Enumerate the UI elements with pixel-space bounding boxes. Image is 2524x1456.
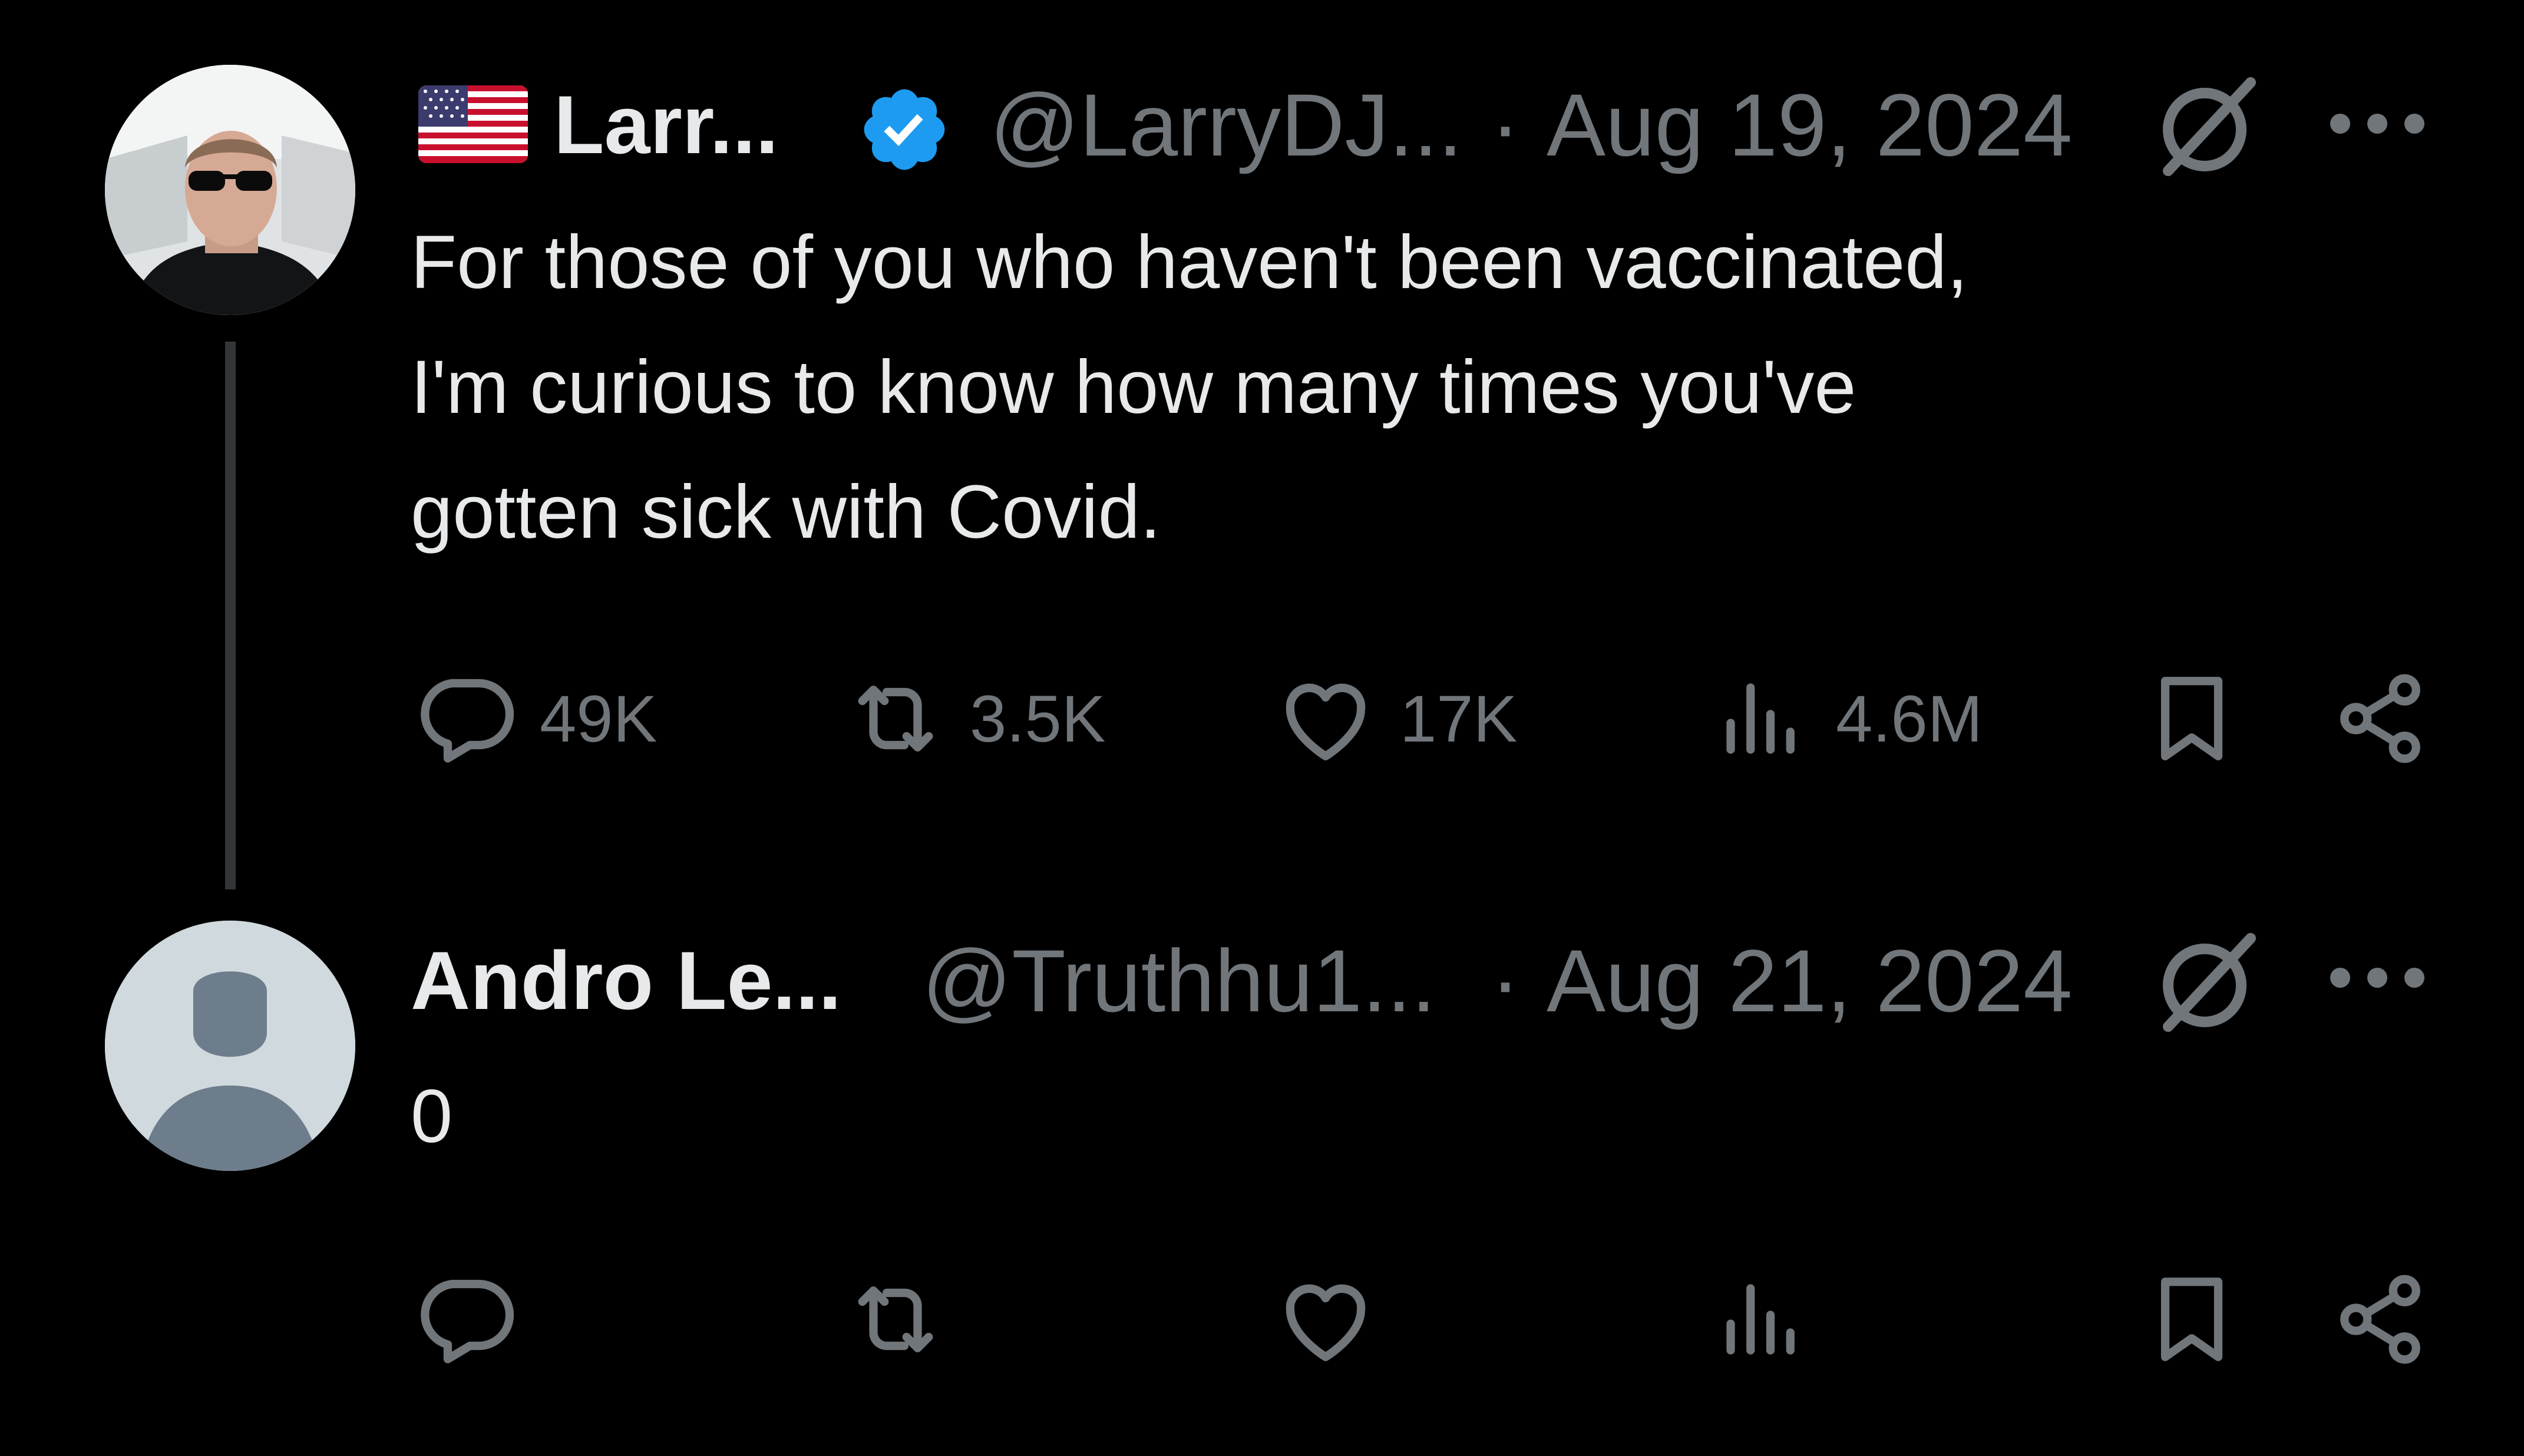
views-button[interactable] bbox=[1709, 1266, 1815, 1372]
like-count: 17K bbox=[1400, 681, 1518, 756]
us-flag-icon bbox=[418, 85, 528, 163]
repost-icon bbox=[858, 686, 933, 752]
reply-count: 49K bbox=[540, 681, 658, 756]
tweet-text-line: I'm curious to know how many times you'v… bbox=[411, 345, 1856, 429]
thread-line bbox=[225, 342, 236, 889]
bookmark-icon[interactable] bbox=[2139, 1266, 2245, 1372]
avatar[interactable] bbox=[105, 65, 355, 315]
share-icon[interactable] bbox=[2327, 1266, 2433, 1372]
author-handle[interactable]: @LarryDJ... bbox=[990, 75, 1462, 175]
more-icon[interactable] bbox=[2327, 966, 2427, 990]
views-button[interactable]: 4.6M bbox=[1709, 666, 1983, 772]
repost-button[interactable] bbox=[843, 1266, 949, 1372]
repost-icon bbox=[858, 1286, 933, 1352]
tweet-date[interactable]: Aug 19, 2024 bbox=[1547, 75, 2072, 175]
avatar[interactable] bbox=[105, 921, 355, 1171]
views-icon bbox=[1726, 683, 1795, 754]
repost-count: 3.5K bbox=[970, 681, 1106, 756]
more-icon[interactable] bbox=[2327, 112, 2427, 135]
separator: · bbox=[1491, 931, 1520, 1030]
views-icon bbox=[1726, 1284, 1795, 1355]
reply-button[interactable] bbox=[412, 1266, 518, 1372]
like-button[interactable]: 17K bbox=[1273, 666, 1517, 772]
bookmark-icon[interactable] bbox=[2139, 666, 2245, 772]
reply-icon bbox=[421, 679, 514, 763]
grok-icon[interactable] bbox=[2150, 926, 2262, 1038]
reply-icon bbox=[421, 1279, 514, 1364]
tweet-text: 0 bbox=[411, 1054, 2414, 1179]
author-name[interactable]: Andro Le... bbox=[411, 934, 841, 1028]
verified-badge-icon bbox=[864, 89, 945, 170]
share-icon[interactable] bbox=[2327, 666, 2433, 772]
views-count: 4.6M bbox=[1836, 681, 1983, 756]
default-avatar-icon bbox=[105, 921, 355, 1171]
tweet-text-line: 0 bbox=[411, 1074, 453, 1159]
author-name[interactable]: Larr... bbox=[554, 78, 778, 172]
tweet-text-line: gotten sick with Covid. bbox=[411, 470, 1161, 554]
reply-button[interactable]: 49K bbox=[412, 666, 657, 772]
grok-icon[interactable] bbox=[2150, 71, 2262, 183]
separator: · bbox=[1491, 75, 1520, 174]
repost-button[interactable]: 3.5K bbox=[843, 666, 1105, 772]
author-handle[interactable]: @Truthhu1... bbox=[922, 931, 1436, 1031]
like-icon bbox=[1286, 1284, 1366, 1361]
like-button[interactable] bbox=[1273, 1266, 1379, 1372]
tweet-date[interactable]: Aug 21, 2024 bbox=[1547, 931, 2072, 1031]
tweet-text: For those of you who haven't been vaccin… bbox=[411, 200, 2414, 575]
like-icon bbox=[1286, 683, 1366, 760]
tweet-text-line: For those of you who haven't been vaccin… bbox=[411, 220, 1968, 305]
user-photo-icon bbox=[105, 65, 355, 315]
